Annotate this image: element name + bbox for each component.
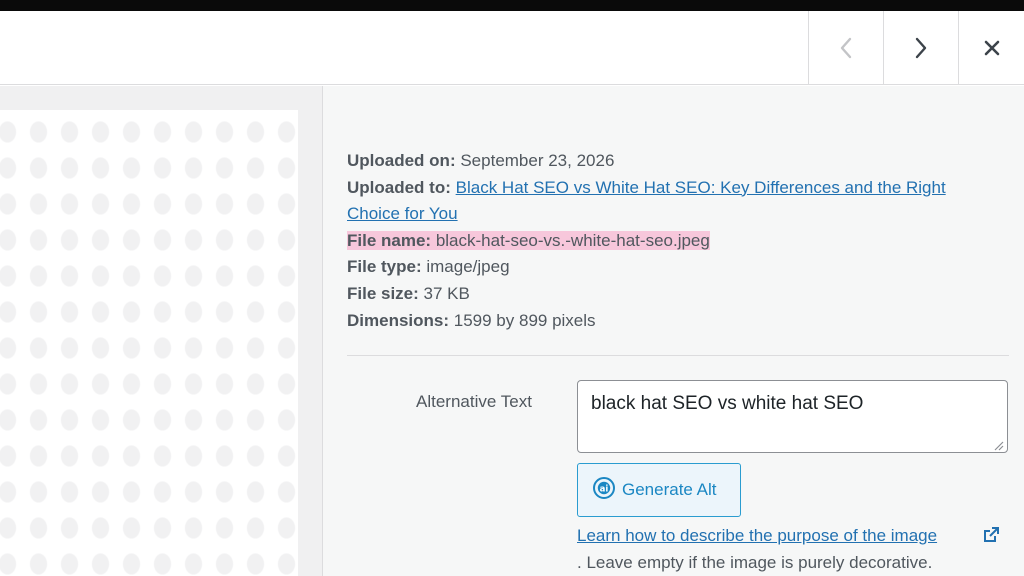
uploaded-on-row: Uploaded on: September 23, 2026 [347,148,1007,175]
file-info: Uploaded on: September 23, 2026 Uploaded… [347,148,1007,334]
alt-text-help: . Leave empty if the image is purely dec… [577,553,933,572]
section-divider [347,355,1009,356]
external-link-icon[interactable] [982,526,1000,549]
next-button[interactable] [883,11,958,84]
file-size-row: File size: 37 KB [347,281,1007,308]
previous-button[interactable] [808,11,883,84]
file-name-highlight: File name: black-hat-seo-vs.-white-hat-s… [347,230,710,250]
ai-icon: ai [592,476,622,505]
attachment-details-panel: Uploaded on: September 23, 2026 Uploaded… [323,86,1024,576]
uploaded-on-value: September 23, 2026 [460,151,615,170]
close-icon [983,39,1001,57]
file-type-value: image/jpeg [426,257,510,277]
file-type-label: File type: [347,257,422,277]
svg-text:ai: ai [600,484,609,494]
resize-handle-icon[interactable] [993,438,1004,456]
file-size-value: 37 KB [423,283,470,303]
file-name-label: File name: [347,230,432,250]
generate-alt-button[interactable]: ai Generate Alt [577,463,741,517]
file-type-row: File type: image/jpeg [347,254,1007,281]
file-size-label: File size: [347,283,419,303]
image-preview[interactable] [0,110,298,576]
file-name-value: black-hat-seo-vs.-white-hat-seo.jpeg [435,230,710,250]
close-button[interactable] [958,11,1024,84]
window-top-strip [0,0,1024,11]
image-preview-panel [0,86,322,576]
chevron-right-icon [914,37,928,59]
alt-text-input[interactable]: black hat SEO vs white hat SEO [577,380,1008,453]
uploaded-to-row: Uploaded to: Black Hat SEO vs White Hat … [347,175,1002,228]
learn-alt-text-link[interactable]: Learn how to describe the purpose of the… [577,526,937,546]
generate-alt-label: Generate Alt [622,480,717,499]
chevron-left-icon [839,37,853,59]
alt-text-label: Alternative Text [416,392,532,411]
uploaded-on-label: Uploaded on: [347,151,456,170]
dimensions-row: Dimensions: 1599 by 899 pixels [347,308,1007,335]
dimensions-value: 1599 by 899 pixels [453,310,596,330]
media-modal-header [0,11,1024,85]
file-name-row: File name: black-hat-seo-vs.-white-hat-s… [347,228,1007,255]
uploaded-to-label: Uploaded to: [347,177,451,197]
dimensions-label: Dimensions: [347,310,450,330]
